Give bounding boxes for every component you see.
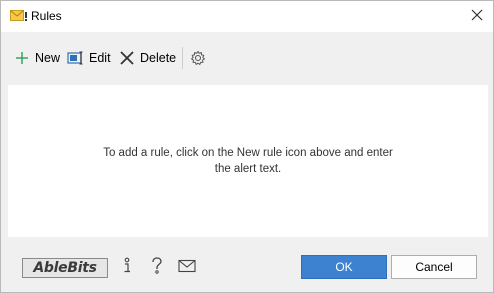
new-rule-button[interactable]: New	[13, 48, 60, 68]
empty-state-hint: To add a rule, click on the New rule ico…	[8, 145, 488, 177]
logo-text: AbleBits	[33, 260, 97, 276]
plus-icon	[13, 49, 31, 67]
contact-button[interactable]	[177, 257, 197, 277]
envelope-icon	[178, 259, 196, 276]
ok-button[interactable]: OK	[301, 255, 387, 279]
edit-label: Edit	[89, 51, 111, 65]
hint-line-2: the alert text.	[214, 163, 282, 175]
dialog-footer: AbleBits OK Cancel	[1, 237, 493, 293]
settings-gear-icon	[189, 49, 207, 67]
title-bar: Rules	[1, 1, 493, 32]
mail-alert-icon	[10, 9, 28, 23]
rules-list-area[interactable]: To add a rule, click on the New rule ico…	[8, 85, 488, 237]
edit-icon	[67, 49, 85, 67]
info-button[interactable]	[117, 257, 137, 277]
toolbar-separator	[182, 47, 183, 69]
delete-icon	[118, 49, 136, 67]
delete-label: Delete	[140, 51, 177, 65]
close-button[interactable]	[461, 1, 493, 32]
rules-dialog: Rules New Edit Delete To add a rule, cli…	[0, 0, 494, 293]
help-icon	[150, 256, 164, 278]
hint-line-1: To add a rule, click on the New rule ico…	[103, 147, 393, 159]
edit-rule-button[interactable]: Edit	[67, 48, 111, 68]
cancel-button[interactable]: Cancel	[391, 255, 477, 279]
delete-rule-button[interactable]: Delete	[118, 48, 176, 68]
close-icon	[471, 9, 483, 24]
new-label: New	[35, 51, 61, 65]
ablebits-logo[interactable]: AbleBits	[22, 258, 108, 278]
settings-button[interactable]	[189, 48, 211, 68]
info-icon	[121, 257, 133, 278]
toolbar: New Edit Delete	[1, 32, 493, 84]
window-title: Rules	[31, 9, 62, 23]
help-button[interactable]	[147, 256, 167, 278]
